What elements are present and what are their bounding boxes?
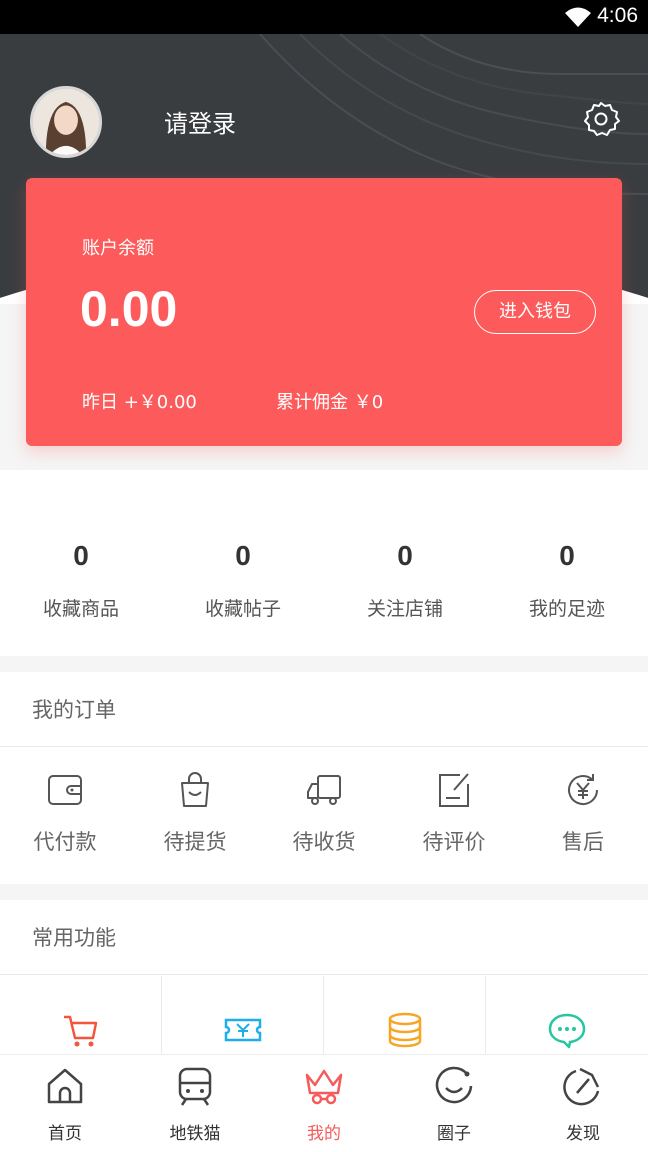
function-coupon[interactable] (162, 976, 324, 1060)
tab-home[interactable]: 首页 (0, 1065, 130, 1144)
order-label: 代付款 (33, 830, 97, 854)
chat-bubble-icon (548, 1013, 586, 1049)
avatar-portrait-icon (33, 89, 99, 155)
order-label: 待评价 (422, 830, 486, 854)
order-pending-delivery[interactable]: 待收货 (259, 770, 389, 856)
gear-icon[interactable] (582, 100, 620, 138)
section-title[interactable]: 我的订单 (32, 694, 116, 724)
tab-label: 我的 (307, 1124, 341, 1144)
crown-icon (305, 1069, 343, 1105)
wallet-icon (48, 775, 82, 805)
order-pending-payment[interactable]: 代付款 (0, 770, 130, 856)
cart-icon (64, 1015, 98, 1047)
balance-card: 账户余额 0.00 进入钱包 昨日 +￥0.00 累计佣金 ￥0 (26, 178, 622, 446)
wifi-icon (565, 7, 591, 27)
balance-amount: 0.00 (80, 281, 178, 337)
stat-value: 0 (73, 540, 89, 571)
compass-icon (563, 1067, 600, 1106)
clock-time: 4:06 (597, 4, 638, 27)
tab-label: 发现 (566, 1124, 600, 1144)
total-commission: 累计佣金 ￥0 (276, 392, 384, 413)
truck-icon (307, 775, 341, 805)
stat-label: 收藏商品 (42, 598, 119, 620)
tab-subway-cat[interactable]: 地铁猫 (130, 1065, 260, 1144)
order-label: 待收货 (292, 830, 356, 854)
function-messages[interactable] (486, 976, 648, 1060)
coins-icon (388, 1012, 422, 1048)
stat-value: 0 (559, 540, 575, 571)
stats-row: 0 收藏商品 0 收藏帖子 0 关注店铺 0 我的足迹 (0, 470, 648, 656)
section-title: 常用功能 (32, 926, 116, 950)
my-orders-section: 我的订单 代付款 待提货 待收货 待评价 售后 (0, 672, 648, 884)
enter-wallet-button[interactable]: 进入钱包 (474, 290, 596, 334)
status-bar: 4:06 (0, 0, 648, 34)
tab-label: 首页 (48, 1124, 82, 1144)
edit-note-icon (439, 773, 469, 807)
stat-value: 0 (235, 540, 251, 571)
divider (0, 974, 648, 975)
user-avatar[interactable] (30, 86, 102, 158)
yesterday-earnings: 昨日 +￥0.00 (82, 392, 197, 413)
order-pending-review[interactable]: 待评价 (389, 770, 519, 856)
tab-mine[interactable]: 我的 (259, 1065, 389, 1144)
stat-favorite-posts[interactable]: 0 收藏帖子 (162, 540, 324, 621)
function-cart[interactable] (0, 976, 162, 1060)
common-functions-section: 常用功能 (0, 900, 648, 1060)
tab-circle[interactable]: 圈子 (389, 1065, 519, 1144)
order-after-sales[interactable]: 售后 (518, 770, 648, 856)
function-coins[interactable] (324, 976, 486, 1060)
stat-label: 我的足迹 (528, 598, 605, 620)
order-pending-pickup[interactable]: 待提货 (130, 770, 260, 856)
stat-followed-shops[interactable]: 0 关注店铺 (324, 540, 486, 621)
smile-circle-icon (435, 1066, 473, 1104)
stat-footprints[interactable]: 0 我的足迹 (486, 540, 648, 621)
stat-label: 收藏帖子 (204, 598, 281, 620)
order-label: 待提货 (163, 830, 227, 854)
yen-refresh-icon (568, 774, 598, 805)
balance-label: 账户余额 (82, 238, 154, 259)
shopping-bag-icon (181, 772, 209, 807)
bottom-tab-bar: 首页 地铁猫 我的 圈子 发现 (0, 1054, 648, 1152)
tab-label: 地铁猫 (169, 1124, 221, 1144)
divider (0, 746, 648, 747)
coupon-icon (224, 1018, 262, 1042)
order-label: 售后 (562, 830, 604, 854)
tab-discover[interactable]: 发现 (518, 1065, 648, 1144)
tab-label: 圈子 (437, 1124, 471, 1144)
stat-favorite-products[interactable]: 0 收藏商品 (0, 540, 162, 621)
home-icon (47, 1068, 83, 1104)
login-prompt[interactable]: 请登录 (164, 104, 236, 139)
subway-icon (178, 1067, 212, 1106)
stat-value: 0 (397, 540, 413, 571)
stat-label: 关注店铺 (366, 598, 443, 620)
